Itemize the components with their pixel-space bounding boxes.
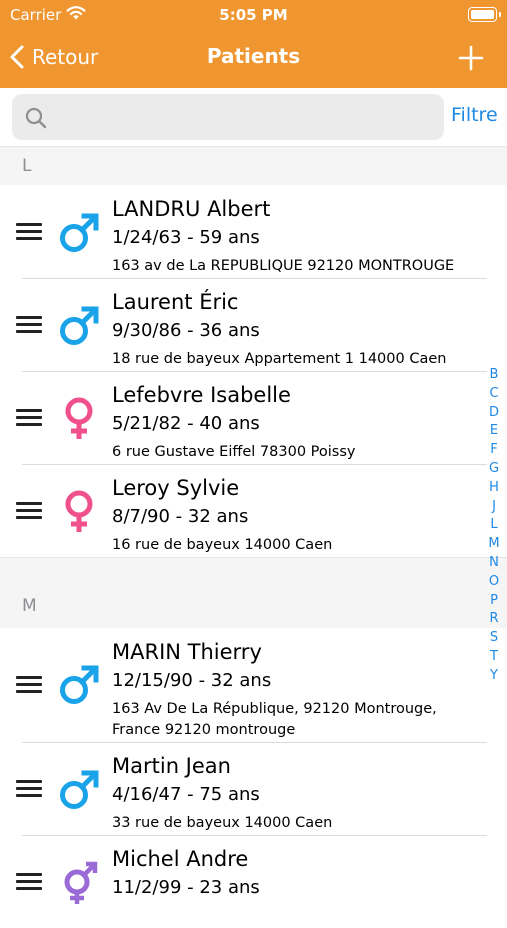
patient-row[interactable]: LANDRU Albert 1/24/63 - 59 ans 163 av de… (0, 185, 507, 279)
patient-address: 163 av de La REPUBLIQUE 92120 MONTROUGE (112, 258, 455, 274)
index-letter[interactable]: B (486, 366, 502, 385)
patient-birthdate: 1/24/63 - 59 ans (112, 227, 260, 248)
search-bar: Filtre (0, 88, 507, 146)
patient-row[interactable]: Leroy Sylvie 8/7/90 - 32 ans 16 rue de b… (0, 464, 507, 557)
patient-address: 6 rue Gustave Eiffel 78300 Poissy (112, 444, 356, 460)
section-index: B C D E F G H J L M N O P R S T Y (486, 366, 502, 686)
index-letter[interactable]: Y (486, 667, 502, 686)
patient-name: Martin Jean (112, 754, 231, 778)
patient-row[interactable]: MARIN Thierry 12/15/90 - 32 ans 163 Av D… (0, 628, 507, 743)
search-icon (25, 107, 47, 129)
add-patient-button[interactable] (457, 44, 485, 72)
patient-name: Laurent Éric (112, 290, 239, 314)
female-icon (65, 397, 93, 439)
index-letter[interactable]: P (486, 592, 502, 611)
patient-birthdate: 4/16/47 - 75 ans (112, 784, 260, 805)
index-letter[interactable]: N (486, 554, 502, 573)
filter-button[interactable]: Filtre (451, 104, 507, 126)
patient-row[interactable]: Michel Andre 11/2/99 - 23 ans (0, 835, 507, 928)
index-letter[interactable]: T (486, 648, 502, 667)
index-letter[interactable]: J (486, 498, 502, 517)
index-letter[interactable]: O (486, 573, 502, 592)
clock: 5:05 PM (219, 6, 288, 24)
section-header: M (0, 557, 507, 628)
patient-birthdate: 5/21/82 - 40 ans (112, 413, 260, 434)
navigation-header: Carrier 5:05 PM Retour Patients (0, 0, 507, 88)
patient-row[interactable]: Martin Jean 4/16/47 - 75 ans 33 rue de b… (0, 742, 507, 836)
search-field[interactable] (12, 94, 444, 140)
patient-row[interactable]: Laurent Éric 9/30/86 - 36 ans 18 rue de … (0, 278, 507, 372)
male-icon (60, 665, 99, 704)
patient-address: 16 rue de bayeux 14000 Caen (112, 537, 333, 553)
patient-address: 18 rue de bayeux Appartement 1 14000 Cae… (112, 351, 447, 367)
patient-address: 33 rue de bayeux 14000 Caen (112, 815, 333, 831)
index-letter[interactable]: F (486, 441, 502, 460)
patient-birthdate: 9/30/86 - 36 ans (112, 320, 260, 341)
index-letter[interactable]: C (486, 385, 502, 404)
index-letter[interactable]: D (486, 404, 502, 423)
patient-name: Michel Andre (112, 847, 249, 871)
section-header: L (0, 146, 507, 185)
reorder-handle-icon[interactable] (16, 676, 42, 694)
patient-address: 163 Av De La République, 92120 Montrouge… (112, 701, 437, 738)
index-letter[interactable]: S (486, 629, 502, 648)
patient-birthdate: 8/7/90 - 32 ans (112, 506, 249, 527)
male-icon (60, 213, 99, 252)
patient-name: LANDRU Albert (112, 197, 271, 221)
reorder-handle-icon[interactable] (16, 502, 42, 520)
reorder-handle-icon[interactable] (16, 409, 42, 427)
status-bar: Carrier 5:05 PM (0, 0, 507, 30)
search-input[interactable] (58, 102, 432, 134)
reorder-handle-icon[interactable] (16, 873, 42, 891)
index-letter[interactable]: M (486, 535, 502, 554)
female-icon (65, 490, 93, 532)
index-letter[interactable]: L (486, 516, 502, 535)
index-letter[interactable]: G (486, 460, 502, 479)
index-letter[interactable]: H (486, 479, 502, 498)
reorder-handle-icon[interactable] (16, 780, 42, 798)
male-icon (60, 306, 99, 345)
patient-birthdate: 12/15/90 - 32 ans (112, 670, 272, 691)
male-icon (60, 770, 99, 809)
patient-name: Lefebvre Isabelle (112, 383, 291, 407)
patient-list: L LANDRU Albert 1/24/63 - 59 ans 163 av … (0, 146, 507, 928)
patient-name: Leroy Sylvie (112, 476, 240, 500)
index-letter[interactable]: R (486, 610, 502, 629)
reorder-handle-icon[interactable] (16, 223, 42, 241)
page-title: Patients (206, 44, 301, 68)
patient-row[interactable]: Lefebvre Isabelle 5/21/82 - 40 ans 6 rue… (0, 371, 507, 465)
genderless-icon (64, 861, 98, 904)
patient-birthdate: 11/2/99 - 23 ans (112, 877, 260, 898)
reorder-handle-icon[interactable] (16, 316, 42, 334)
index-letter[interactable]: E (486, 422, 502, 441)
plus-icon (458, 45, 484, 71)
battery-icon (468, 7, 501, 22)
patient-name: MARIN Thierry (112, 640, 262, 664)
